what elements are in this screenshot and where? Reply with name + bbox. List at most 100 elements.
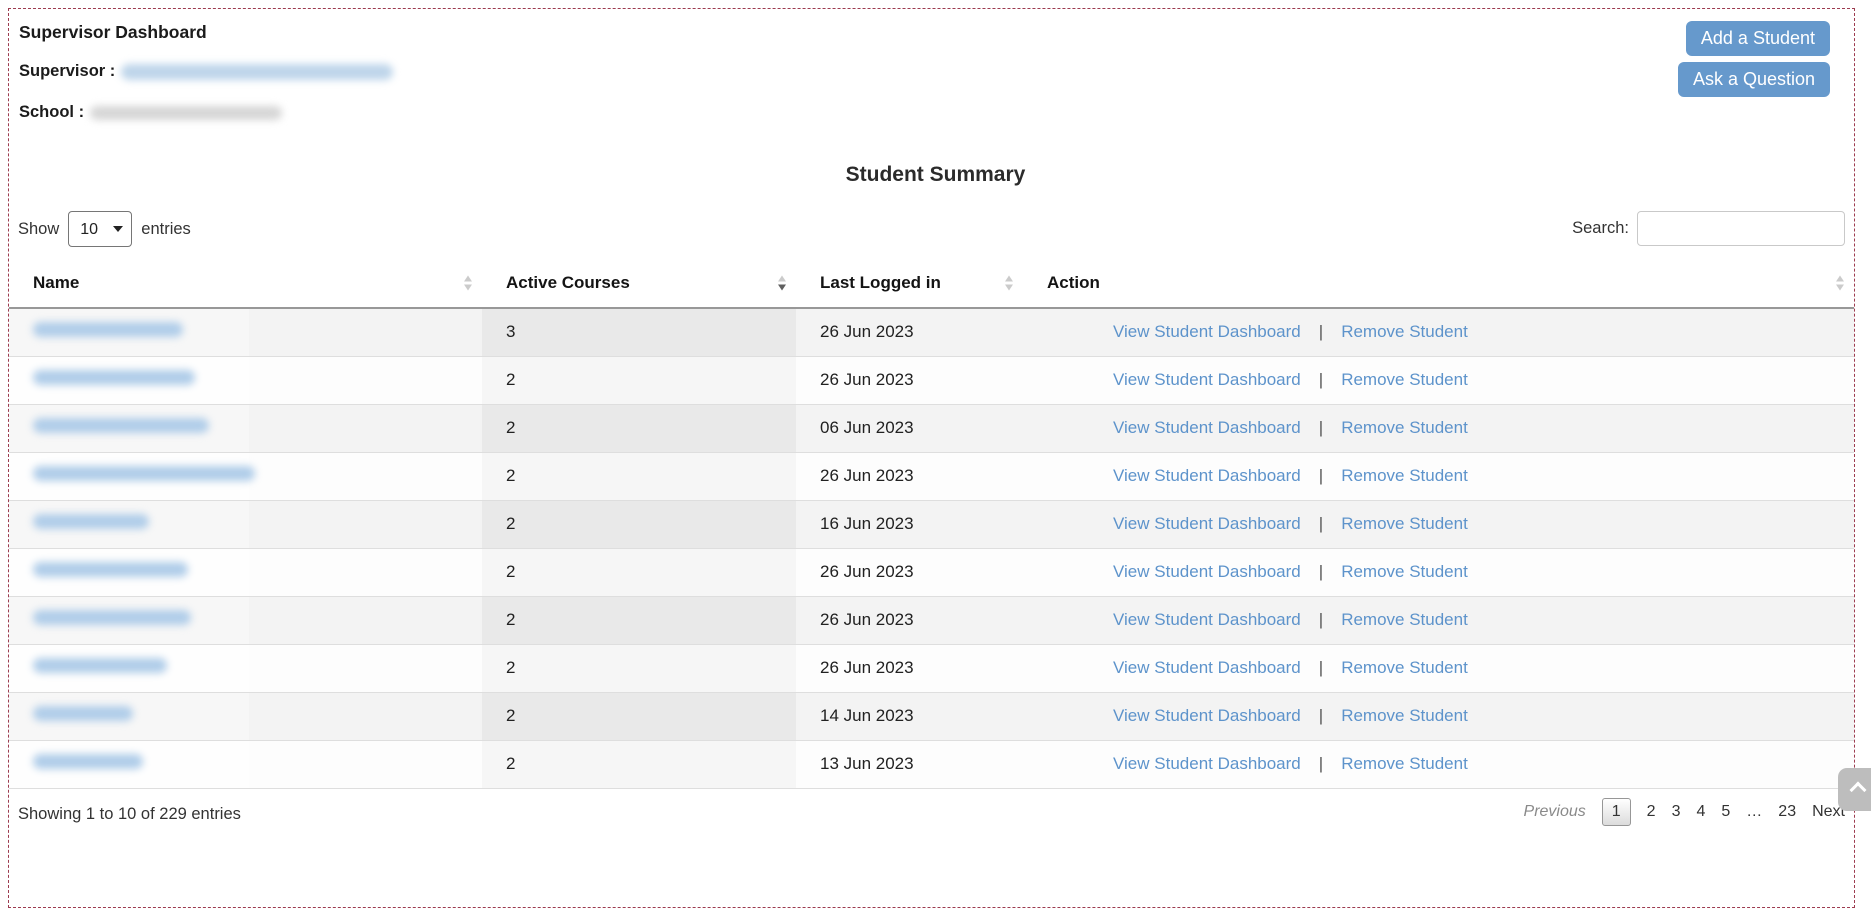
view-student-dashboard-link[interactable]: View Student Dashboard [1113, 706, 1301, 725]
supervisor-name-redacted [121, 63, 394, 80]
page-size-select[interactable]: 10 [68, 211, 133, 247]
remove-student-link[interactable]: Remove Student [1341, 466, 1468, 485]
student-name-cell [9, 548, 482, 597]
scroll-to-top-button[interactable] [1838, 768, 1871, 811]
student-name-cell [9, 308, 482, 357]
remove-student-link[interactable]: Remove Student [1341, 370, 1468, 389]
action-cell: View Student Dashboard | Remove Student [1023, 308, 1854, 357]
supervisor-label: Supervisor : [19, 62, 116, 80]
view-student-dashboard-link[interactable]: View Student Dashboard [1113, 562, 1301, 581]
view-student-dashboard-link[interactable]: View Student Dashboard [1113, 658, 1301, 677]
table-row: 2 26 Jun 2023 View Student Dashboard | Remov… [9, 644, 1854, 693]
table-row: 3 26 Jun 2023 View Student Dashboard | Remov… [9, 308, 1854, 357]
student-name-link-redacted[interactable] [33, 706, 133, 721]
student-name-link-redacted[interactable] [33, 754, 143, 769]
last-logged-in-cell: 13 Jun 2023 [796, 740, 1023, 789]
remove-student-link[interactable]: Remove Student [1341, 514, 1468, 533]
page-size-select-wrap: 10 [68, 211, 133, 247]
action-cell: View Student Dashboard | Remove Student [1023, 452, 1854, 501]
remove-student-link[interactable]: Remove Student [1341, 322, 1468, 341]
school-name-redacted [90, 105, 283, 120]
link-separator: | [1318, 514, 1324, 533]
chevron-up-icon [1849, 781, 1867, 799]
active-courses-cell: 2 [482, 500, 796, 549]
action-cell: View Student Dashboard | Remove Student [1023, 404, 1854, 453]
link-separator: | [1318, 658, 1324, 677]
student-name-link-redacted[interactable] [33, 514, 149, 529]
student-name-link-redacted[interactable] [33, 418, 209, 433]
pagination-page-4[interactable]: 4 [1696, 803, 1705, 821]
student-name-link-redacted[interactable] [33, 322, 183, 338]
table-row: 2 06 Jun 2023 View Student Dashboard | Remov… [9, 404, 1854, 453]
view-student-dashboard-link[interactable]: View Student Dashboard [1113, 754, 1301, 773]
column-header-name[interactable]: Name [9, 258, 482, 309]
pagination-page-3[interactable]: 3 [1672, 803, 1681, 821]
sort-icon [1005, 275, 1013, 290]
table-row: 2 26 Jun 2023 View Student Dashboard | Remov… [9, 548, 1854, 597]
view-student-dashboard-link[interactable]: View Student Dashboard [1113, 322, 1301, 341]
table-row: 2 14 Jun 2023 View Student Dashboard | Remov… [9, 692, 1854, 741]
column-header-action[interactable]: Action [1023, 258, 1854, 309]
pagination-page-1[interactable]: 1 [1601, 798, 1631, 826]
page-length-control: Show 10 entries [18, 211, 191, 247]
table-header-row: Name Active Courses Last Logged in Actio… [9, 258, 1854, 309]
pagination-page-5[interactable]: 5 [1721, 803, 1730, 821]
student-name-link-redacted[interactable] [33, 466, 255, 481]
table-row: 2 26 Jun 2023 View Student Dashboard | Remov… [9, 596, 1854, 645]
remove-student-link[interactable]: Remove Student [1341, 418, 1468, 437]
active-courses-cell: 2 [482, 692, 796, 741]
table-row: 2 13 Jun 2023 View Student Dashboard | Remov… [9, 740, 1854, 789]
table-row: 2 16 Jun 2023 View Student Dashboard | Remov… [9, 500, 1854, 549]
school-line: School : [19, 103, 283, 122]
view-student-dashboard-link[interactable]: View Student Dashboard [1113, 514, 1301, 533]
column-header-active-courses[interactable]: Active Courses [482, 258, 796, 309]
action-cell: View Student Dashboard | Remove Student [1023, 740, 1854, 789]
action-cell: View Student Dashboard | Remove Student [1023, 356, 1854, 405]
student-name-cell [9, 740, 482, 789]
view-student-dashboard-link[interactable]: View Student Dashboard [1113, 466, 1301, 485]
active-courses-cell: 2 [482, 740, 796, 789]
student-name-link-redacted[interactable] [33, 658, 167, 673]
active-courses-cell: 2 [482, 596, 796, 645]
link-separator: | [1318, 562, 1324, 581]
remove-student-link[interactable]: Remove Student [1341, 610, 1468, 629]
search-input[interactable] [1637, 211, 1845, 246]
last-logged-in-cell: 26 Jun 2023 [796, 356, 1023, 405]
last-logged-in-cell: 14 Jun 2023 [796, 692, 1023, 741]
header-actions: Add a Student Ask a Question [1677, 21, 1830, 97]
last-logged-in-cell: 16 Jun 2023 [796, 500, 1023, 549]
student-name-cell [9, 596, 482, 645]
school-label: School : [19, 103, 85, 121]
remove-student-link[interactable]: Remove Student [1341, 754, 1468, 773]
link-separator: | [1318, 610, 1324, 629]
pagination-page-2[interactable]: 2 [1647, 803, 1656, 821]
active-courses-cell: 3 [482, 308, 796, 357]
active-courses-cell: 2 [482, 548, 796, 597]
student-name-cell [9, 404, 482, 453]
student-name-link-redacted[interactable] [33, 370, 195, 385]
add-student-button[interactable]: Add a Student [1685, 21, 1830, 56]
student-name-cell [9, 692, 482, 741]
remove-student-link[interactable]: Remove Student [1341, 706, 1468, 725]
active-courses-cell: 2 [482, 452, 796, 501]
action-cell: View Student Dashboard | Remove Student [1023, 692, 1854, 741]
student-name-cell [9, 644, 482, 693]
student-summary-heading: Student Summary [845, 163, 1026, 186]
supervisor-line: Supervisor : [19, 62, 394, 81]
sort-icon-descending [778, 275, 786, 290]
pagination-previous[interactable]: Previous [1524, 803, 1586, 821]
view-student-dashboard-link[interactable]: View Student Dashboard [1113, 418, 1301, 437]
view-student-dashboard-link[interactable]: View Student Dashboard [1113, 610, 1301, 629]
action-cell: View Student Dashboard | Remove Student [1023, 548, 1854, 597]
pagination-page-23[interactable]: 23 [1778, 803, 1796, 821]
ask-question-button[interactable]: Ask a Question [1677, 62, 1830, 97]
view-student-dashboard-link[interactable]: View Student Dashboard [1113, 370, 1301, 389]
column-header-last-logged-in[interactable]: Last Logged in [796, 258, 1023, 309]
link-separator: | [1318, 754, 1324, 773]
remove-student-link[interactable]: Remove Student [1341, 658, 1468, 677]
remove-student-link[interactable]: Remove Student [1341, 562, 1468, 581]
last-logged-in-cell: 26 Jun 2023 [796, 308, 1023, 357]
student-name-link-redacted[interactable] [33, 562, 188, 577]
pagination-ellipsis: … [1746, 803, 1763, 820]
student-name-link-redacted[interactable] [33, 610, 191, 625]
